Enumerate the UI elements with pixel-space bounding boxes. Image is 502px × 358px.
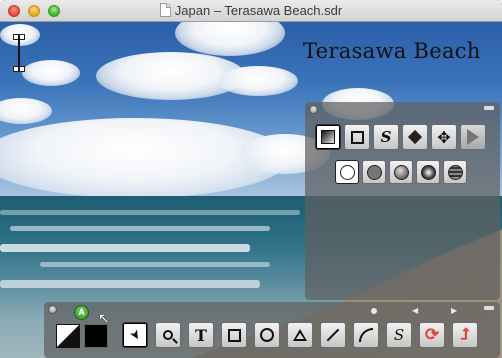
fill-gray-button[interactable] bbox=[362, 160, 386, 184]
rectangle-icon bbox=[227, 328, 241, 342]
gradient-fill-button[interactable] bbox=[315, 124, 341, 150]
globe-fill-icon bbox=[447, 164, 463, 180]
text-icon: T bbox=[195, 325, 207, 345]
cloud bbox=[218, 66, 298, 96]
palette-prev-arrow-icon[interactable]: ◀ bbox=[412, 306, 418, 315]
fill-shaded-button[interactable] bbox=[389, 160, 413, 184]
window-title: Japan – Terasawa Beach.sdr bbox=[174, 3, 343, 18]
arrow-tool-button[interactable]: ➤ bbox=[122, 322, 148, 348]
fill-white-button[interactable] bbox=[335, 160, 359, 184]
fill-globe-button[interactable] bbox=[443, 160, 467, 184]
document-icon bbox=[159, 3, 171, 17]
arrow-cursor-icon: ➤ bbox=[125, 326, 144, 344]
tool-palette[interactable]: ◀ ▶ A ➤ T S ⟳ ⮥ bbox=[44, 302, 500, 358]
freehand-icon: S bbox=[380, 128, 392, 146]
window-title-area: Japan – Terasawa Beach.sdr bbox=[0, 3, 502, 18]
shape-palette[interactable]: S ✥ bbox=[305, 102, 500, 300]
palette-close-button[interactable] bbox=[48, 305, 57, 314]
line-icon bbox=[326, 328, 340, 342]
wave bbox=[0, 244, 250, 252]
triangle-tool-button[interactable] bbox=[287, 322, 313, 348]
foreground-color-swatch[interactable] bbox=[56, 324, 80, 348]
zoom-tool-button[interactable] bbox=[155, 322, 181, 348]
palette-next-arrow-icon[interactable]: ▶ bbox=[451, 306, 457, 315]
wave bbox=[0, 210, 300, 215]
wave bbox=[10, 226, 270, 231]
rectangle-button[interactable] bbox=[344, 124, 370, 150]
play-button[interactable] bbox=[460, 124, 486, 150]
app-window: Japan – Terasawa Beach.sdr Terasawa Beac… bbox=[0, 0, 502, 358]
rectangle-icon bbox=[350, 130, 364, 144]
arc-icon bbox=[359, 328, 373, 342]
diamond-button[interactable] bbox=[402, 124, 428, 150]
gray-fill-icon bbox=[366, 164, 382, 180]
move-icon: ✥ bbox=[437, 127, 451, 147]
fill-radial-button[interactable] bbox=[416, 160, 440, 184]
wave bbox=[0, 280, 260, 288]
ellipse-tool-button[interactable] bbox=[254, 322, 280, 348]
title-bar[interactable]: Japan – Terasawa Beach.sdr bbox=[0, 0, 502, 22]
line-tool-button[interactable] bbox=[320, 322, 346, 348]
layer-badge[interactable]: A bbox=[74, 305, 89, 320]
cloud bbox=[22, 60, 80, 86]
rotate-icon: ⟳ bbox=[424, 325, 440, 344]
flip-arrow-icon: ⮥ bbox=[460, 326, 470, 343]
rectangle-tool-button[interactable] bbox=[221, 322, 247, 348]
palette-close-button[interactable] bbox=[309, 105, 318, 114]
palette-grip-icon[interactable] bbox=[484, 106, 494, 110]
text-tool-button[interactable]: T bbox=[188, 322, 214, 348]
flip-tool-button[interactable]: ⮥ bbox=[452, 322, 478, 348]
wave bbox=[40, 262, 270, 267]
handle-bottom-right[interactable] bbox=[19, 66, 25, 72]
gradient-fill-icon bbox=[321, 130, 335, 144]
freehand-button[interactable]: S bbox=[373, 124, 399, 150]
shaded-fill-icon bbox=[393, 164, 409, 180]
freehand-tool-button[interactable]: S bbox=[386, 322, 412, 348]
play-icon bbox=[467, 129, 479, 145]
freehand-icon: S bbox=[393, 326, 405, 344]
white-fill-icon bbox=[339, 164, 355, 180]
photo-caption[interactable]: Terasawa Beach bbox=[303, 39, 481, 63]
radial-fill-icon bbox=[420, 164, 436, 180]
rotate-tool-button[interactable]: ⟳ bbox=[419, 322, 445, 348]
palette-grip-icon[interactable] bbox=[484, 306, 494, 310]
ibeam-bar bbox=[18, 37, 20, 69]
diamond-icon bbox=[407, 129, 423, 145]
palette-page-dot-icon bbox=[371, 308, 377, 314]
arc-tool-button[interactable] bbox=[353, 322, 379, 348]
magnifier-icon bbox=[163, 330, 178, 344]
ellipse-icon bbox=[260, 328, 274, 342]
text-insert-handle[interactable] bbox=[13, 34, 25, 72]
mouse-pointer-icon: ↖ bbox=[98, 310, 110, 326]
move-button[interactable]: ✥ bbox=[431, 124, 457, 150]
triangle-icon bbox=[293, 329, 307, 341]
background-color-swatch[interactable] bbox=[84, 324, 108, 348]
